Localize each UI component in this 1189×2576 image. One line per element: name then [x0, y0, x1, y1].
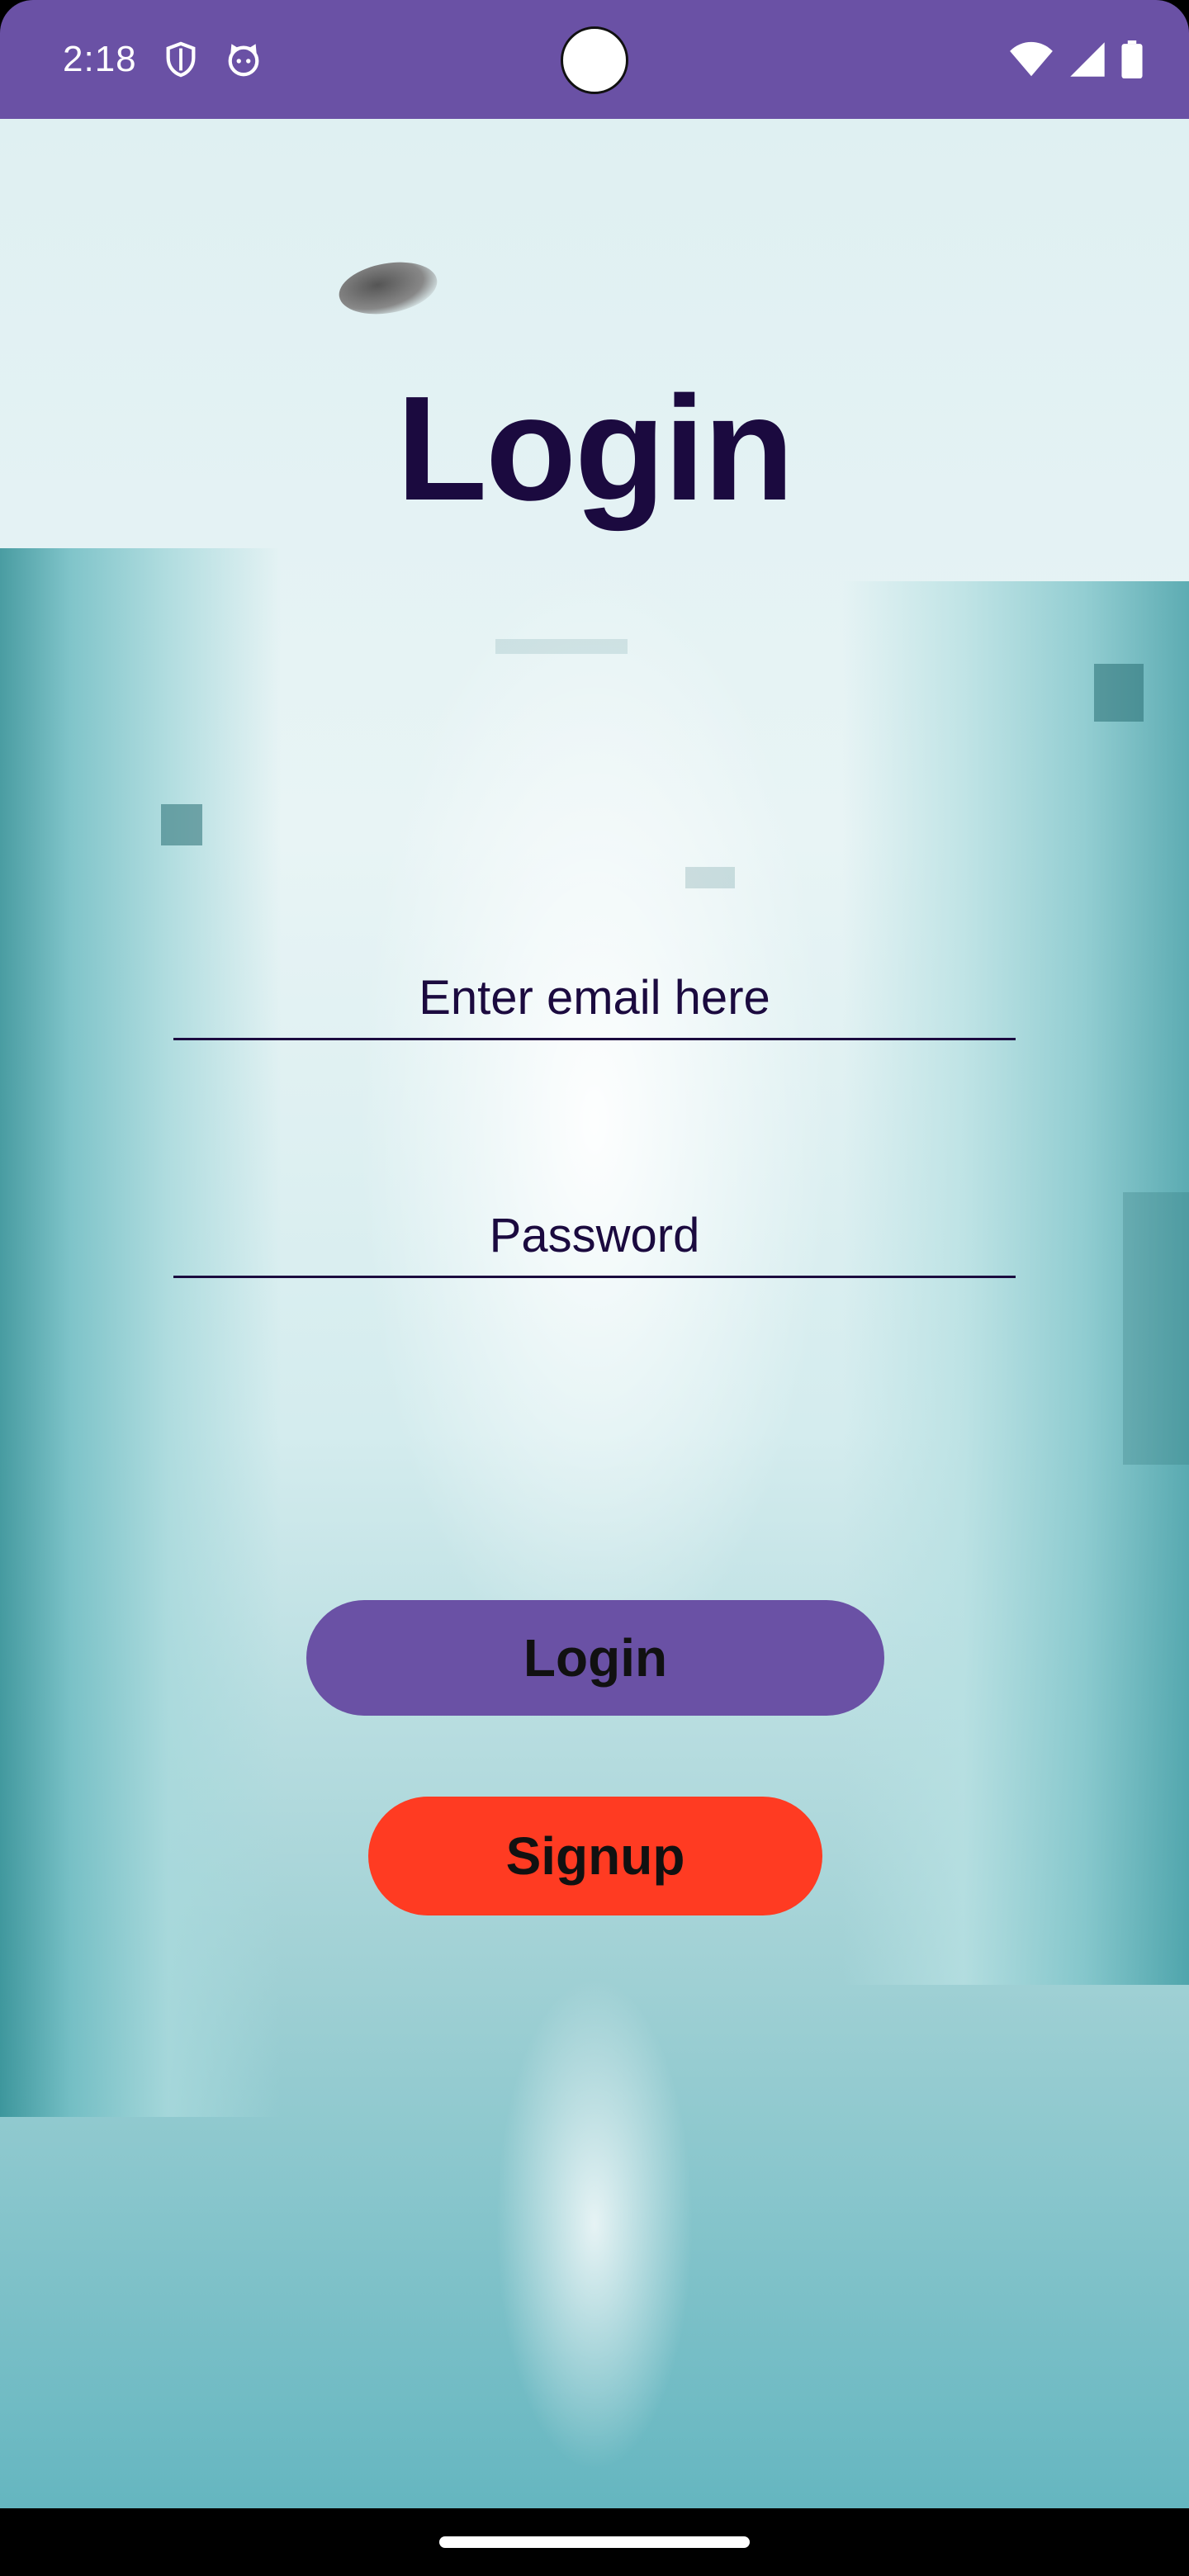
ceiling-lamp	[334, 255, 442, 321]
home-indicator[interactable]	[439, 2536, 750, 2548]
camera-cutout	[561, 26, 628, 94]
shield-icon	[166, 41, 196, 78]
password-field[interactable]	[173, 1196, 1016, 1278]
signal-icon	[1070, 42, 1105, 77]
email-field[interactable]	[173, 958, 1016, 1040]
phone-screen: 2:18 Login Enter email here Login Signup	[0, 0, 1189, 2576]
floor-reflection	[495, 1977, 694, 2472]
signup-button[interactable]: Signup	[368, 1797, 822, 1915]
battery-icon	[1121, 40, 1143, 78]
corridor-left-wall	[0, 548, 281, 2117]
status-time: 2:18	[63, 39, 137, 79]
status-bar: 2:18	[0, 0, 1189, 119]
login-button[interactable]: Login	[306, 1600, 884, 1716]
cat-face-icon	[228, 44, 259, 77]
wall-sign	[1094, 664, 1144, 722]
ceiling-vent	[495, 639, 628, 654]
wall-sign	[161, 804, 202, 845]
status-left: 2:18	[63, 39, 263, 80]
equipment-cart	[1123, 1192, 1189, 1465]
wifi-icon	[1010, 41, 1053, 77]
ceiling-vent	[685, 867, 735, 888]
page-title: Login	[396, 366, 794, 532]
status-right	[1009, 40, 1143, 78]
